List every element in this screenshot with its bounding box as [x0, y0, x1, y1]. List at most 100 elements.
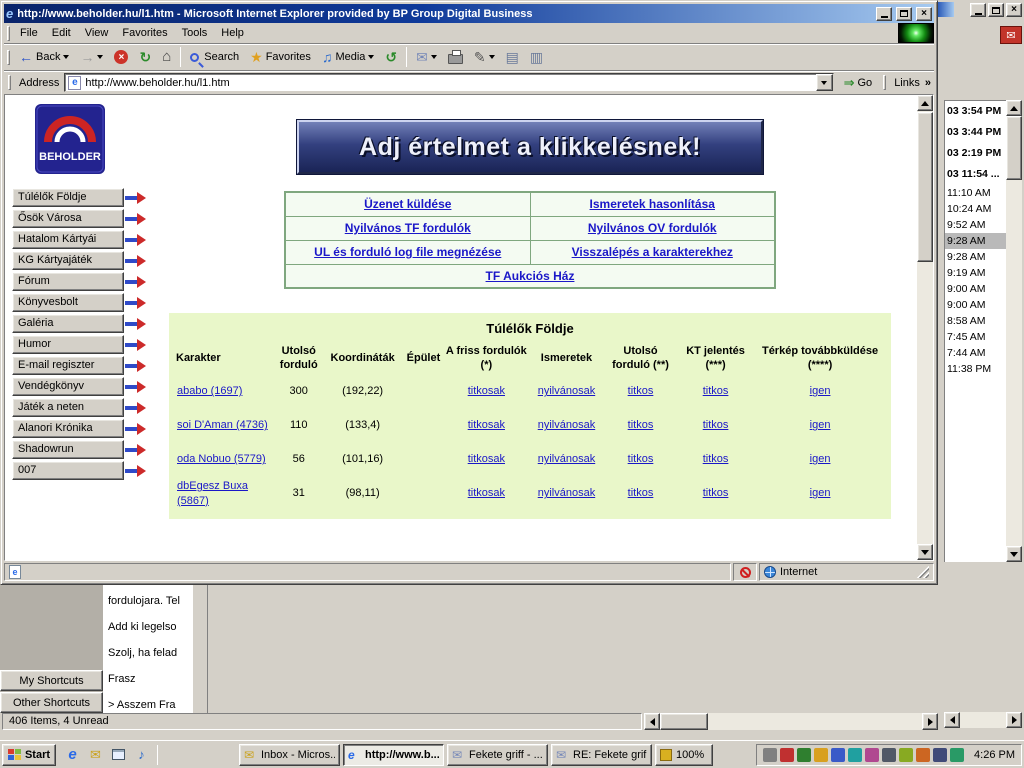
media-dropdown-icon[interactable] — [368, 55, 374, 62]
toolbar-grip[interactable] — [8, 75, 11, 90]
sidebar-item[interactable]: Galéria — [12, 314, 124, 333]
sidebar-item[interactable]: E-mail regiszter — [12, 356, 124, 375]
scroll-right-icon[interactable] — [922, 713, 938, 730]
preview-line[interactable]: Szolj, ha felad — [108, 640, 192, 666]
favorites-button[interactable]: ★ Favorites — [245, 46, 316, 69]
tray-icon[interactable] — [916, 748, 930, 762]
scrollbar-vertical[interactable] — [1006, 100, 1022, 562]
links-label[interactable]: Links — [894, 77, 920, 89]
ie-quicklaunch-icon[interactable]: e — [62, 744, 83, 765]
menu-favorites[interactable]: Favorites — [115, 24, 174, 42]
cell-link[interactable]: titkos — [628, 453, 654, 465]
back-button[interactable]: ← Back — [14, 46, 74, 69]
scroll-up-icon[interactable] — [917, 95, 933, 111]
list-item[interactable]: 10:24 AM — [945, 201, 1006, 217]
preview-line[interactable]: Frasz — [108, 666, 192, 692]
sidebar-item[interactable]: Humor — [12, 335, 124, 354]
messenger-button[interactable]: ▥ — [525, 46, 548, 69]
scrollbar-horizontal[interactable] — [644, 713, 938, 730]
sidebar-item[interactable]: Ősök Városa — [12, 209, 124, 228]
taskbar-task-inbox[interactable]: ✉ Inbox - Micros... — [239, 744, 340, 766]
menu-tools[interactable]: Tools — [175, 24, 215, 42]
start-button[interactable]: Start — [2, 744, 56, 766]
sidebar-item[interactable]: 007 — [12, 461, 124, 480]
list-item[interactable]: 8:58 AM — [945, 313, 1006, 329]
quicklink[interactable]: UL és forduló log file megnézése — [314, 245, 501, 259]
list-item[interactable]: 9:28 AM — [945, 249, 1006, 265]
cell-link[interactable]: titkos — [628, 385, 654, 397]
list-item[interactable]: 9:00 AM — [945, 281, 1006, 297]
cell-link[interactable]: igen — [810, 419, 831, 431]
sidebar-item[interactable]: Shadowrun — [12, 440, 124, 459]
character-link[interactable]: oda Nobuo (5779) — [177, 453, 266, 465]
list-item[interactable]: 7:45 AM — [945, 329, 1006, 345]
scrollbar-thumb[interactable] — [917, 112, 933, 262]
scrollbar-horizontal[interactable] — [944, 712, 1022, 728]
list-item[interactable]: 03 3:54 PM — [945, 101, 1006, 122]
cell-link[interactable]: titkos — [628, 419, 654, 431]
mail-dropdown-icon[interactable] — [431, 55, 437, 62]
list-item[interactable]: 11:38 PM — [945, 361, 1006, 377]
ad-banner[interactable]: Adj értelmet a klikkelésnek! — [297, 120, 763, 174]
taskbar-task-browser[interactable]: e http://www.b... — [343, 744, 444, 766]
my-shortcuts-button[interactable]: My Shortcuts — [0, 670, 103, 691]
address-url[interactable]: http://www.beholder.hu/l1.htm — [85, 77, 229, 89]
character-link[interactable]: soi D'Aman (4736) — [177, 419, 268, 431]
list-item[interactable]: 9:00 AM — [945, 297, 1006, 313]
close-button[interactable]: × — [1006, 3, 1022, 17]
sidebar-item[interactable]: Játék a neten — [12, 398, 124, 417]
list-item[interactable]: 9:19 AM — [945, 265, 1006, 281]
cell-link[interactable]: titkos — [703, 453, 729, 465]
menu-help[interactable]: Help — [214, 24, 251, 42]
media-player-icon[interactable]: ♪ — [131, 744, 152, 765]
search-button[interactable]: Search — [185, 46, 244, 69]
edit-dropdown-icon[interactable] — [489, 55, 495, 62]
titlebar[interactable]: e http://www.beholder.hu/l1.htm - Micros… — [4, 4, 934, 23]
cell-link[interactable]: titkos — [703, 487, 729, 499]
mail-icon[interactable]: ✉ — [1000, 26, 1022, 44]
cell-link[interactable]: nyilvánosak — [538, 385, 595, 397]
close-button[interactable]: × — [916, 7, 932, 21]
pane-divider[interactable] — [192, 585, 208, 713]
edit-button[interactable]: ✎ — [469, 46, 500, 69]
mail-button[interactable]: ✉ — [411, 46, 442, 69]
tray-icon[interactable] — [848, 748, 862, 762]
tray-icon[interactable] — [814, 748, 828, 762]
history-button[interactable]: ↺ — [380, 46, 402, 69]
scroll-down-icon[interactable] — [917, 544, 933, 560]
sidebar-item[interactable]: Könyvesbolt — [12, 293, 124, 312]
address-input[interactable]: e http://www.beholder.hu/l1.htm — [64, 73, 833, 92]
character-link[interactable]: dbEgesz Buxa (5867) — [177, 480, 248, 506]
beholder-logo[interactable]: BEHOLDER — [35, 104, 105, 174]
menu-view[interactable]: View — [78, 24, 116, 42]
minimize-button[interactable] — [970, 3, 986, 17]
go-button[interactable]: ⇒ Go — [839, 71, 878, 94]
forward-dropdown-icon[interactable] — [97, 55, 103, 62]
list-item-selected[interactable]: 9:28 AM — [945, 233, 1006, 249]
list-item[interactable]: 03 11:54 ... — [945, 164, 1006, 185]
preview-line[interactable]: fordulojara. Tel — [108, 588, 192, 614]
print-button[interactable] — [443, 46, 468, 69]
forward-button[interactable]: → — [75, 46, 108, 69]
minimize-button[interactable] — [876, 7, 892, 21]
media-button[interactable]: ♫ Media — [317, 46, 379, 69]
cell-link[interactable]: nyilvánosak — [538, 419, 595, 431]
toolbar-grip[interactable] — [7, 50, 10, 65]
sidebar-item[interactable]: Túlélők Földje — [12, 188, 124, 207]
maximize-button[interactable] — [988, 3, 1004, 17]
cell-link[interactable]: titkos — [628, 487, 654, 499]
refresh-button[interactable]: ↻ — [134, 46, 156, 69]
scroll-right-icon[interactable] — [1006, 712, 1022, 728]
tray-icon[interactable] — [797, 748, 811, 762]
sidebar-item[interactable]: Fórum — [12, 272, 124, 291]
maximize-button[interactable] — [896, 7, 912, 21]
cell-link[interactable]: nyilvánosak — [538, 453, 595, 465]
scrollbar-vertical[interactable] — [917, 95, 933, 560]
cell-link[interactable]: titkosak — [468, 453, 505, 465]
list-item[interactable]: 03 2:19 PM — [945, 143, 1006, 164]
scrollbar-track[interactable] — [708, 713, 922, 730]
back-dropdown-icon[interactable] — [63, 55, 69, 62]
tray-icon[interactable] — [831, 748, 845, 762]
cell-link[interactable]: igen — [810, 487, 831, 499]
list-item[interactable]: 03 3:44 PM — [945, 122, 1006, 143]
